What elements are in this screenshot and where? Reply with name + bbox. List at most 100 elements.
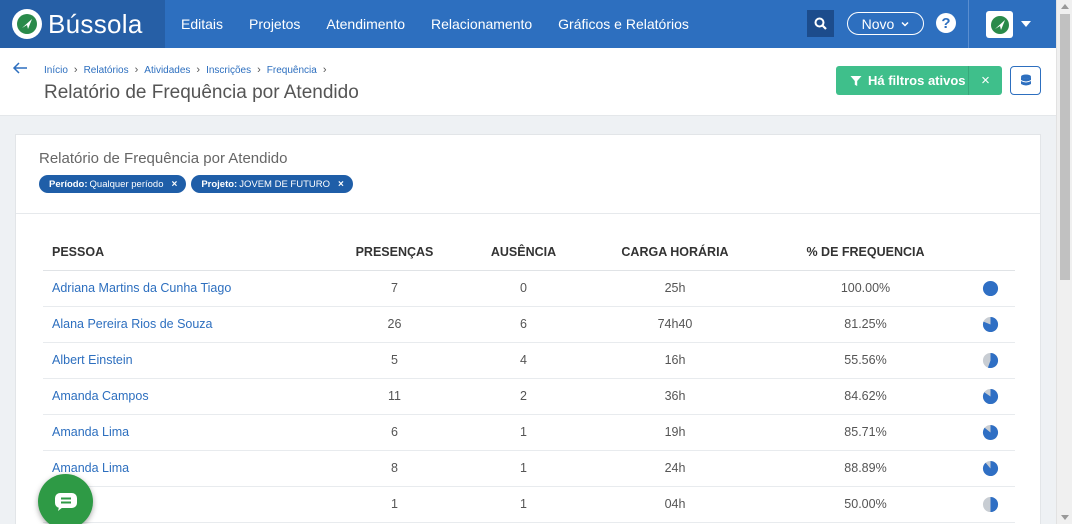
search-button[interactable] bbox=[807, 10, 834, 37]
brand[interactable]: Bússola bbox=[0, 0, 165, 48]
cell-pie bbox=[966, 414, 1015, 451]
chevron-right-icon: › bbox=[73, 64, 78, 76]
pie-background bbox=[982, 280, 999, 296]
nav-item-atendimento[interactable]: Atendimento bbox=[326, 16, 405, 32]
scroll-down-icon[interactable] bbox=[1061, 515, 1069, 520]
active-filters-button: Há filtros ativos × bbox=[836, 66, 1002, 95]
nav-item-editais[interactable]: Editais bbox=[181, 16, 223, 32]
pie-chart-icon bbox=[982, 388, 999, 404]
compass-logo-icon bbox=[12, 9, 42, 39]
column-header-ausencia[interactable]: AUSÊNCIA bbox=[462, 235, 585, 271]
breadcrumb-atividades[interactable]: Atividades bbox=[144, 65, 190, 76]
database-button[interactable] bbox=[1010, 66, 1041, 95]
column-header-frequencia[interactable]: % DE FREQUENCIA bbox=[765, 235, 966, 271]
cell-pie bbox=[966, 450, 1015, 487]
chip-value: JOVEM DE FUTURO bbox=[239, 178, 330, 190]
scrollbar[interactable] bbox=[1056, 0, 1072, 524]
cell-ausencia: 1 bbox=[462, 486, 585, 523]
breadcrumb-relatorios[interactable]: Relatórios bbox=[84, 65, 129, 76]
table-row: Albert Einstein 5 4 16h 55.56% bbox=[43, 342, 1015, 379]
cell-pie bbox=[966, 306, 1015, 343]
clear-filters-button[interactable]: × bbox=[969, 72, 1002, 89]
cell-presencas: 26 bbox=[327, 306, 462, 343]
table-row: Amanda Lima 6 1 19h 85.71% bbox=[43, 414, 1015, 451]
cell-frequencia: 55.56% bbox=[765, 342, 966, 379]
cell-frequencia: 81.25% bbox=[765, 306, 966, 343]
cell-ausencia: 0 bbox=[462, 270, 585, 307]
cell-carga-horaria: 16h bbox=[585, 342, 765, 379]
nav-item-projetos[interactable]: Projetos bbox=[249, 16, 300, 32]
close-icon[interactable]: × bbox=[338, 179, 344, 190]
pie-chart-icon bbox=[982, 496, 999, 512]
column-header-carga-horaria[interactable]: CARGA HORÁRIA bbox=[585, 235, 765, 271]
table-row: Alana Pereira Rios de Souza 26 6 74h40 8… bbox=[43, 306, 1015, 343]
cell-presencas: 1 bbox=[327, 486, 462, 523]
table-row: Adriana Martins da Cunha Tiago 7 0 25h 1… bbox=[43, 270, 1015, 307]
cell-ausencia: 2 bbox=[462, 378, 585, 415]
cell-frequencia: 85.71% bbox=[765, 414, 966, 451]
cell-presencas: 7 bbox=[327, 270, 462, 307]
frequency-table: PESSOA PRESENÇAS AUSÊNCIA CARGA HORÁRIA … bbox=[43, 235, 1015, 523]
page-header: Início › Relatórios › Atividades › Inscriçõ… bbox=[0, 48, 1056, 116]
breadcrumb-frequencia[interactable]: Frequência bbox=[267, 65, 317, 76]
column-header-presencas[interactable]: PRESENÇAS bbox=[327, 235, 462, 271]
cell-frequencia: 88.89% bbox=[765, 450, 966, 487]
person-link[interactable]: Albert Einstein bbox=[43, 342, 327, 379]
caret-down-icon[interactable] bbox=[1021, 21, 1031, 27]
person-link[interactable]: Amanda Lima bbox=[43, 414, 327, 451]
search-icon bbox=[814, 17, 827, 30]
divider bbox=[16, 213, 1040, 214]
nav-item-relacionamento[interactable]: Relacionamento bbox=[431, 16, 532, 32]
chip-key: Projeto: bbox=[201, 178, 238, 190]
chevron-right-icon: › bbox=[322, 64, 327, 76]
chevron-down-icon bbox=[901, 21, 909, 27]
pie-slice bbox=[982, 460, 999, 476]
arrow-left-icon[interactable] bbox=[12, 61, 28, 75]
filter-chips: Período: Qualquer período × Projeto: JOV… bbox=[39, 175, 358, 193]
avatar[interactable] bbox=[986, 11, 1013, 38]
brand-name: Bússola bbox=[48, 8, 143, 39]
cell-carga-horaria: 74h40 bbox=[585, 306, 765, 343]
person-link[interactable]: Alana Pereira Rios de Souza bbox=[43, 306, 327, 343]
close-icon[interactable]: × bbox=[171, 179, 177, 190]
table-row: Amanda Lima 8 1 24h 88.89% bbox=[43, 450, 1015, 487]
table-header-row: PESSOA PRESENÇAS AUSÊNCIA CARGA HORÁRIA … bbox=[43, 235, 1015, 271]
scroll-up-icon[interactable] bbox=[1061, 4, 1069, 9]
cell-carga-horaria: 25h bbox=[585, 270, 765, 307]
nav-item-graficos-relatorios[interactable]: Gráficos e Relatórios bbox=[558, 16, 689, 32]
cell-ausencia: 4 bbox=[462, 342, 585, 379]
chip-projeto[interactable]: Projeto: JOVEM DE FUTURO × bbox=[191, 175, 353, 193]
help-circle-icon[interactable]: ? bbox=[936, 13, 956, 33]
cell-carga-horaria: 24h bbox=[585, 450, 765, 487]
open-filters-button[interactable]: Há filtros ativos bbox=[836, 66, 969, 95]
chip-value: Qualquer período bbox=[89, 178, 164, 190]
scroll-thumb[interactable] bbox=[1060, 14, 1070, 280]
cell-ausencia: 1 bbox=[462, 414, 585, 451]
breadcrumb-inscricoes[interactable]: Inscrições bbox=[206, 65, 251, 76]
cell-frequencia: 50.00% bbox=[765, 486, 966, 523]
top-navbar: Bússola Editais Projetos Atendimento Rel… bbox=[0, 0, 1056, 48]
cell-frequencia: 100.00% bbox=[765, 270, 966, 307]
person-link[interactable]: Adriana Martins da Cunha Tiago bbox=[43, 270, 327, 307]
cell-presencas: 6 bbox=[327, 414, 462, 451]
cell-presencas: 11 bbox=[327, 378, 462, 415]
breadcrumb-inicio[interactable]: Início bbox=[44, 65, 68, 76]
cell-carga-horaria: 19h bbox=[585, 414, 765, 451]
pie-chart-icon bbox=[982, 316, 999, 332]
cell-carga-horaria: 04h bbox=[585, 486, 765, 523]
person-link[interactable]: Amanda Campos bbox=[43, 378, 327, 415]
column-header-pessoa[interactable]: PESSOA bbox=[43, 235, 327, 271]
cell-presencas: 5 bbox=[327, 342, 462, 379]
chevron-right-icon: › bbox=[134, 64, 139, 76]
database-icon bbox=[1020, 74, 1031, 85]
pie-slice bbox=[990, 496, 999, 512]
pie-chart-icon bbox=[982, 424, 999, 440]
cell-ausencia: 6 bbox=[462, 306, 585, 343]
novo-dropdown-button[interactable]: Novo bbox=[847, 12, 924, 35]
chip-key: Período: bbox=[49, 178, 88, 190]
chip-periodo[interactable]: Período: Qualquer período × bbox=[39, 175, 187, 193]
chat-icon bbox=[54, 492, 77, 511]
person-link[interactable]: Amanda Lima bbox=[43, 450, 327, 487]
chat-button[interactable] bbox=[38, 474, 93, 524]
chevron-right-icon: › bbox=[196, 64, 201, 76]
